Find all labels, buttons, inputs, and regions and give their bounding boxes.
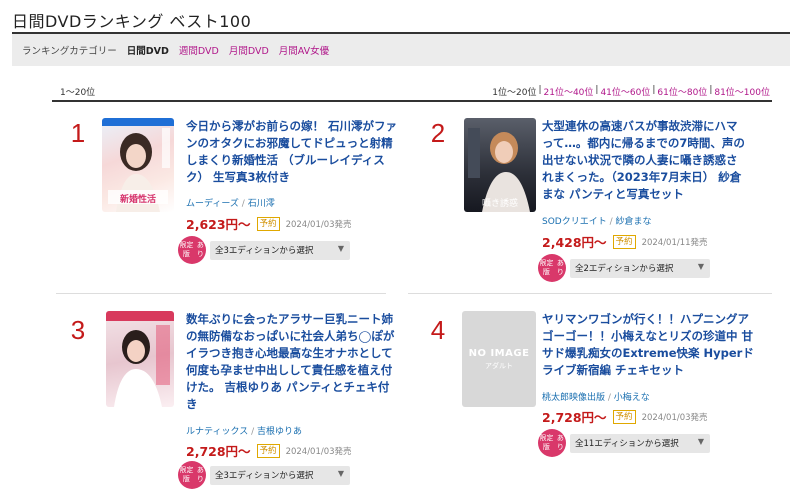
reserve-badge: 予約 <box>612 234 636 249</box>
performer-link[interactable]: 吉根ゆりあ <box>257 427 302 437</box>
limited-badge: 限定版 あり <box>178 461 206 489</box>
no-image-text: NO IMAGE <box>468 347 530 359</box>
edition-select-label: 全3エディションから選択 <box>215 246 314 256</box>
reserve-badge: 予約 <box>256 216 280 231</box>
product-title-link[interactable]: ヤリマンワゴンが行く！！ハプニングア ゴーゴー！！小梅えなとリズの珍道中 甘サド… <box>542 311 754 379</box>
maker-line: ムーディーズ / 石川澪 <box>186 196 275 209</box>
price-row: 2,728円〜 予約 2024/01/03発売 <box>542 407 708 426</box>
category-link-weekly[interactable]: 週間DVD <box>179 43 219 57</box>
rank-number: 1 <box>70 118 86 148</box>
product-title-link[interactable]: 今日から澪がお前らの嫁！ 石川澪がファンのオタクにお邪魔してドピュっと射精しまく… <box>186 118 400 186</box>
rank-number: 4 <box>430 315 446 345</box>
edition-select-label: 全11エディションから選択 <box>575 439 679 449</box>
range-link-61-80[interactable]: 61位〜80位 <box>657 85 707 98</box>
edition-row: 限定版 あり 全3エディションから選択 ▼ <box>178 461 350 489</box>
release-date: 2024/01/03発売 <box>285 446 352 457</box>
maker-link[interactable]: ムーディーズ <box>186 199 239 209</box>
category-current: 日間DVD <box>126 46 169 57</box>
edition-row: 限定版 あり 全2エディションから選択 ▼ <box>538 254 710 282</box>
price: 2,428円〜 <box>542 235 607 250</box>
reserve-badge: 予約 <box>256 443 280 458</box>
range-link-41-60[interactable]: 41位〜60位 <box>600 85 650 98</box>
ranking-item: 3 数年ぶりに会ったアラサー巨乳ニート姉の無防備なおっぱいに社会人弟ち◯ぽがイラ… <box>58 311 400 489</box>
maker-link[interactable]: 桃太郎映像出版 <box>542 393 605 403</box>
maker-link[interactable]: SODクリエイト <box>542 217 607 227</box>
performer-link[interactable]: 小梅えな <box>614 393 650 403</box>
edition-select-label: 全3エディションから選択 <box>215 471 314 481</box>
thumb-caption: 囁き誘惑 <box>481 199 518 209</box>
performer-link[interactable]: 石川澪 <box>248 199 275 209</box>
limited-badge: 限定版 あり <box>178 236 206 264</box>
release-date: 2024/01/03発売 <box>641 412 708 423</box>
price-row: 2,623円〜 予約 2024/01/03発売 <box>186 214 352 233</box>
maker-line: SODクリエイト / 紗倉まな <box>542 214 652 227</box>
thumb-caption: 新婚性活 <box>119 195 156 205</box>
edition-select-label: 全2エディションから選択 <box>575 264 674 274</box>
category-label: ランキングカテゴリー <box>22 46 117 57</box>
category-link-monthly[interactable]: 月間DVD <box>229 43 269 57</box>
category-bar: ランキングカテゴリー 日間DVD 週間DVD 月間DVD 月間AV女優 <box>12 32 790 66</box>
price: 2,728円〜 <box>542 410 607 425</box>
price: 2,728円〜 <box>186 444 251 459</box>
page-title: 日間DVDランキング ベスト100 <box>12 12 252 31</box>
range-separator: | <box>709 85 713 95</box>
row-divider <box>408 293 772 294</box>
cover-art-icon <box>106 311 174 407</box>
edition-select[interactable]: 全3エディションから選択 ▼ <box>210 240 350 260</box>
no-image-placeholder[interactable]: NO IMAGE アダルト <box>462 311 536 407</box>
product-thumbnail[interactable]: 新婚性活 <box>102 118 174 212</box>
product-thumbnail[interactable]: 囁き誘惑 <box>464 118 536 212</box>
caret-down-icon: ▼ <box>337 243 344 253</box>
product-thumbnail[interactable] <box>106 311 174 407</box>
maker-link[interactable]: ルナティックス <box>186 427 248 437</box>
limited-badge: 限定版 あり <box>538 429 566 457</box>
range-pagination: 1位〜20位 | 21位〜40位 | 41位〜60位 | 61位〜80位 | 8… <box>492 85 770 98</box>
row-divider <box>56 293 386 294</box>
edition-row: 限定版 あり 全3エディションから選択 ▼ <box>178 236 350 264</box>
edition-select[interactable]: 全2エディションから選択 ▼ <box>570 258 710 278</box>
caret-down-icon: ▼ <box>337 468 344 478</box>
ranking-item: 1 新婚性活 今日から澪がお前らの嫁！ 石川澪がファンのオタクにお邪魔してドピュ… <box>58 118 398 278</box>
product-title-link[interactable]: 数年ぶりに会ったアラサー巨乳ニート姉の無防備なおっぱいに社会人弟ち◯ぽがイラつき… <box>186 311 400 413</box>
price-row: 2,728円〜 予約 2024/01/03発売 <box>186 441 352 460</box>
range-separator: | <box>538 85 542 95</box>
performer-link[interactable]: 紗倉まな <box>616 217 652 227</box>
range-link-81-100[interactable]: 81位〜100位 <box>714 85 770 98</box>
range-bar: 1〜20位 1位〜20位 | 21位〜40位 | 41位〜60位 | 61位〜8… <box>52 80 772 102</box>
release-date: 2024/01/11発売 <box>641 237 708 248</box>
rank-number: 2 <box>430 118 446 148</box>
no-image-subtext: アダルト <box>485 361 513 370</box>
limited-badge: 限定版 あり <box>538 254 566 282</box>
rank-number: 3 <box>70 315 86 345</box>
range-separator: | <box>652 85 656 95</box>
price-row: 2,428円〜 予約 2024/01/11発売 <box>542 232 708 251</box>
range-link-21-40[interactable]: 21位〜40位 <box>544 85 594 98</box>
edition-select[interactable]: 全3エディションから選択 ▼ <box>210 465 350 485</box>
caret-down-icon: ▼ <box>697 261 704 271</box>
maker-line: ルナティックス / 吉根ゆりあ <box>186 424 302 437</box>
range-current: 1位〜20位 <box>492 88 537 98</box>
category-link-monthly-actress[interactable]: 月間AV女優 <box>279 43 329 57</box>
edition-select[interactable]: 全11エディションから選択 ▼ <box>570 433 710 453</box>
range-current-label: 1〜20位 <box>60 88 96 98</box>
edition-row: 限定版 あり 全11エディションから選択 ▼ <box>538 429 710 457</box>
maker-line: 桃太郎映像出版 / 小梅えな <box>542 390 650 403</box>
caret-down-icon: ▼ <box>697 436 704 446</box>
product-title-link[interactable]: 大型連休の高速バスが事故渋滞にハマって…。都内に帰るまでの7時間、声の出せない状… <box>542 118 748 203</box>
ranking-item: 2 囁き誘惑 大型連休の高速バスが事故渋滞にハマって…。都内に帰るまでの7時間、… <box>418 118 758 288</box>
range-separator: | <box>595 85 599 95</box>
ranking-item: 4 NO IMAGE アダルト ヤリマンワゴンが行く！！ハプニングア ゴーゴー！… <box>418 311 758 481</box>
release-date: 2024/01/03発売 <box>285 219 352 230</box>
reserve-badge: 予約 <box>612 409 636 424</box>
price: 2,623円〜 <box>186 217 251 232</box>
